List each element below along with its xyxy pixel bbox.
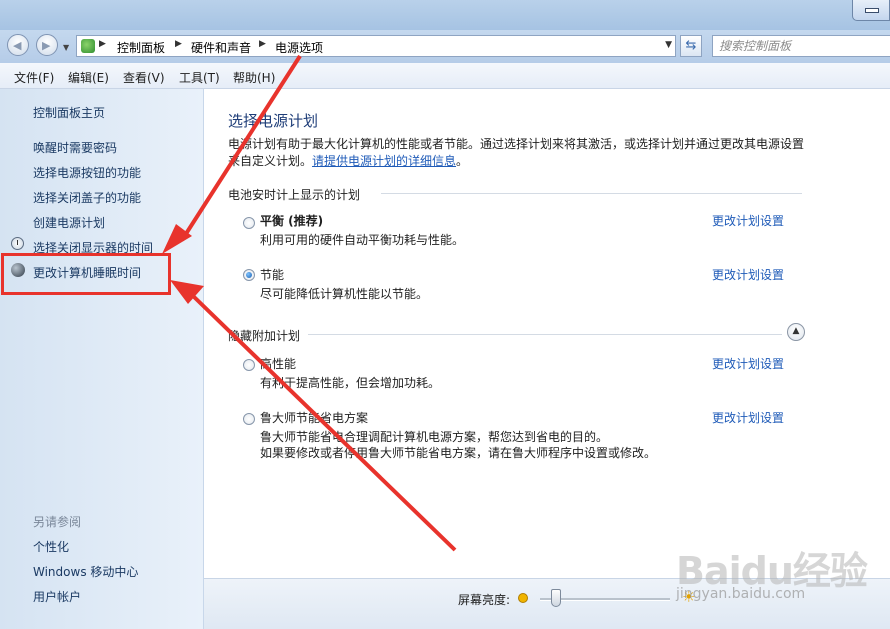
group-divider <box>308 334 782 335</box>
address-bar[interactable]: ▶ 控制面板 ▶ 硬件和声音 ▶ 电源选项 ▼ <box>76 35 676 57</box>
sidebar-create-plan[interactable]: 创建电源计划 <box>33 214 105 231</box>
group-divider <box>381 193 802 194</box>
radio-ludashi-plan[interactable] <box>243 413 255 425</box>
back-button[interactable]: ◀ <box>7 34 29 56</box>
forward-button[interactable]: ▶ <box>36 34 58 56</box>
menu-help[interactable]: 帮助(H) <box>233 69 275 86</box>
breadcrumb-separator-icon[interactable]: ▶ <box>99 39 106 49</box>
see-also-heading: 另请参阅 <box>33 515 82 529</box>
plan-details-link[interactable]: 请提供电源计划的详细信息 <box>312 154 456 168</box>
brightness-label: 屏幕亮度: <box>458 593 511 607</box>
menu-view[interactable]: 查看(V) <box>123 69 165 86</box>
sidebar-power-button-function[interactable]: 选择电源按钮的功能 <box>33 164 141 181</box>
menu-file[interactable]: 文件(F) <box>14 69 54 86</box>
search-input[interactable] <box>719 38 879 54</box>
plan-name-balanced[interactable]: 平衡 (推荐) <box>260 212 323 229</box>
intro-text: 电源计划有助于最大化计算机的性能或者节能。通过选择计划来将其激活，或选择计划并通… <box>228 136 818 170</box>
menu-tools[interactable]: 工具(T) <box>179 69 220 86</box>
sidebar-personalization[interactable]: 个性化 <box>33 538 69 555</box>
minimize-icon <box>865 8 879 13</box>
sidebar: 控制面板主页 唤醒时需要密码 选择电源按钮的功能 选择关闭盖子的功能 创建电源计… <box>0 89 204 629</box>
sidebar-control-panel-home[interactable]: 控制面板主页 <box>33 104 105 121</box>
history-dropdown-icon[interactable]: ▼ <box>63 43 69 52</box>
plan-desc-ludashi: 鲁大师节能省电合理调配计算机电源方案，帮您达到省电的目的。 <box>260 430 609 444</box>
chevron-up-icon: ▲ <box>792 326 800 336</box>
breadcrumb-power-options[interactable]: 电源选项 <box>275 39 323 56</box>
refresh-icon: ⇆ <box>685 38 697 53</box>
intro-suffix: 。 <box>456 154 469 168</box>
group-header-hidden-plans: 隐藏附加计划 <box>228 329 301 343</box>
search-box[interactable] <box>712 35 890 57</box>
breadcrumb-control-panel[interactable]: 控制面板 <box>117 39 165 56</box>
address-toolbar: ◀ ▶ ▼ ▶ 控制面板 ▶ 硬件和声音 ▶ 电源选项 ▼ ⇆ <box>0 30 890 63</box>
change-plan-link-ludashi[interactable]: 更改计划设置 <box>712 409 784 426</box>
breadcrumb-separator-icon[interactable]: ▶ <box>175 39 182 49</box>
minimize-button[interactable] <box>852 0 890 21</box>
annotation-highlight-box <box>1 253 171 295</box>
address-dropdown-icon[interactable]: ▼ <box>665 40 672 50</box>
sidebar-user-accounts[interactable]: 用户帐户 <box>33 588 81 605</box>
sidebar-mobility-center[interactable]: Windows 移动中心 <box>33 563 138 580</box>
radio-balanced[interactable] <box>243 217 255 229</box>
radio-high-performance[interactable] <box>243 359 255 371</box>
plan-name-power-saver[interactable]: 节能 <box>260 266 284 283</box>
watermark-url: jingyan.baidu.com <box>676 586 806 602</box>
clock-icon <box>11 237 24 250</box>
change-plan-link-power-saver[interactable]: 更改计划设置 <box>712 266 784 283</box>
change-plan-link-balanced[interactable]: 更改计划设置 <box>712 212 784 229</box>
plan-desc-power-saver: 尽可能降低计算机性能以节能。 <box>260 287 429 301</box>
watermark: Baidu经验 jingyan.baidu.com <box>676 540 886 610</box>
radio-power-saver[interactable] <box>243 269 255 281</box>
brightness-slider-thumb[interactable] <box>550 589 561 607</box>
main-content: 选择电源计划 电源计划有助于最大化计算机的性能或者节能。通过选择计划来将其激活，… <box>204 89 890 578</box>
menu-bar: 文件(F) 编辑(E) 查看(V) 工具(T) 帮助(H) <box>0 63 890 89</box>
plan-name-ludashi[interactable]: 鲁大师节能省电方案 <box>260 409 368 426</box>
forward-arrow-icon: ▶ <box>42 39 51 52</box>
window-titlebar <box>0 0 890 30</box>
plan-desc-ludashi-2: 如果要修改或者停用鲁大师节能省电方案，请在鲁大师程序中设置或修改。 <box>260 446 657 460</box>
plan-name-high-performance[interactable]: 高性能 <box>260 355 296 372</box>
sidebar-wake-password[interactable]: 唤醒时需要密码 <box>33 139 117 156</box>
page-title: 选择电源计划 <box>228 112 319 130</box>
plan-desc-high-performance: 有利于提高性能，但会增加功耗。 <box>260 376 441 390</box>
breadcrumb-separator-icon[interactable]: ▶ <box>259 39 266 49</box>
intro-line2-prefix: 来自定义计划。 <box>228 154 313 168</box>
menu-edit[interactable]: 编辑(E) <box>68 69 109 86</box>
control-panel-icon <box>81 39 95 53</box>
refresh-button[interactable]: ⇆ <box>680 35 702 57</box>
intro-line1: 电源计划有助于最大化计算机的性能或者节能。通过选择计划来将其激活，或选择计划并通… <box>228 137 805 151</box>
sidebar-lid-function[interactable]: 选择关闭盖子的功能 <box>33 189 141 206</box>
plan-desc-balanced: 利用可用的硬件自动平衡功耗与性能。 <box>260 233 465 247</box>
dim-sun-icon <box>518 593 528 603</box>
collapse-button[interactable]: ▲ <box>787 323 805 341</box>
breadcrumb-hardware-sound[interactable]: 硬件和声音 <box>191 39 251 56</box>
back-arrow-icon: ◀ <box>13 39 22 52</box>
group-header-battery-plans: 电池安时计上显示的计划 <box>228 188 361 202</box>
change-plan-link-high-performance[interactable]: 更改计划设置 <box>712 355 784 372</box>
